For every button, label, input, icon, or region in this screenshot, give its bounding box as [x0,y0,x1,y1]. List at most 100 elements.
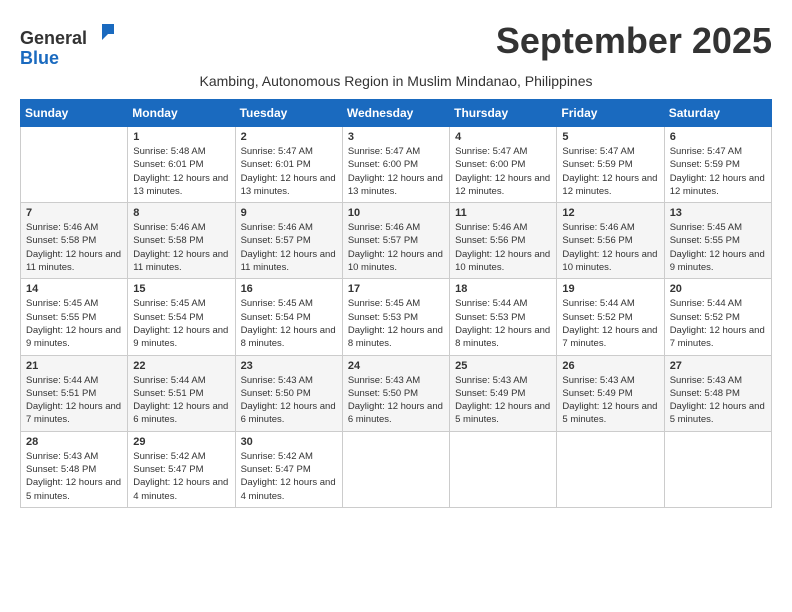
day-info: Sunrise: 5:42 AMSunset: 5:47 PMDaylight:… [133,450,229,503]
day-info: Sunrise: 5:43 AMSunset: 5:49 PMDaylight:… [455,374,551,427]
day-info: Sunrise: 5:47 AMSunset: 6:00 PMDaylight:… [348,145,444,198]
day-number: 5 [562,131,658,143]
day-number: 22 [133,360,229,372]
day-of-week-header: Friday [557,100,664,127]
calendar-day-cell [557,431,664,507]
logo: General Blue [20,20,118,69]
calendar-week-row: 28 Sunrise: 5:43 AMSunset: 5:48 PMDayligh… [21,431,772,507]
day-number: 2 [241,131,337,143]
day-number: 25 [455,360,551,372]
day-info: Sunrise: 5:43 AMSunset: 5:48 PMDaylight:… [26,450,122,503]
day-number: 8 [133,207,229,219]
day-of-week-header: Saturday [664,100,771,127]
calendar-day-cell: 19 Sunrise: 5:44 AMSunset: 5:52 PMDayligh… [557,279,664,355]
day-number: 7 [26,207,122,219]
day-info: Sunrise: 5:46 AMSunset: 5:56 PMDaylight:… [455,221,551,274]
day-of-week-header: Sunday [21,100,128,127]
day-number: 3 [348,131,444,143]
day-number: 29 [133,436,229,448]
day-number: 26 [562,360,658,372]
calendar-day-cell: 28 Sunrise: 5:43 AMSunset: 5:48 PMDayligh… [21,431,128,507]
day-info: Sunrise: 5:43 AMSunset: 5:49 PMDaylight:… [562,374,658,427]
day-number: 4 [455,131,551,143]
calendar-day-cell: 30Sunrise: 5:42 AMSunset: 5:47 PMDayligh… [235,431,342,507]
calendar-day-cell: 21 Sunrise: 5:44 AMSunset: 5:51 PMDayligh… [21,355,128,431]
day-info: Sunrise: 5:43 AMSunset: 5:50 PMDaylight:… [348,374,444,427]
calendar-week-row: 21 Sunrise: 5:44 AMSunset: 5:51 PMDayligh… [21,355,772,431]
page-header: General Blue September 2025 [20,20,772,69]
day-number: 21 [26,360,122,372]
day-number: 11 [455,207,551,219]
logo-general: General [20,28,87,48]
calendar-day-cell: 26 Sunrise: 5:43 AMSunset: 5:49 PMDayligh… [557,355,664,431]
calendar-day-cell: 18 Sunrise: 5:44 AMSunset: 5:53 PMDayligh… [450,279,557,355]
day-info: Sunrise: 5:45 AMSunset: 5:55 PMDaylight:… [670,221,766,274]
calendar-day-cell: 7 Sunrise: 5:46 AMSunset: 5:58 PMDaylight… [21,203,128,279]
day-info: Sunrise: 5:46 AMSunset: 5:58 PMDaylight:… [26,221,122,274]
day-info: Sunrise: 5:43 AMSunset: 5:50 PMDaylight:… [241,374,337,427]
day-of-week-header: Wednesday [342,100,449,127]
calendar-day-cell: 3 Sunrise: 5:47 AMSunset: 6:00 PMDaylight… [342,127,449,203]
day-info: Sunrise: 5:47 AMSunset: 6:00 PMDaylight:… [455,145,551,198]
day-info: Sunrise: 5:44 AMSunset: 5:51 PMDaylight:… [26,374,122,427]
day-number: 18 [455,283,551,295]
calendar-table: SundayMondayTuesdayWednesdayThursdayFrid… [20,99,772,508]
day-number: 14 [26,283,122,295]
calendar-week-row: 7 Sunrise: 5:46 AMSunset: 5:58 PMDaylight… [21,203,772,279]
day-number: 28 [26,436,122,448]
day-number: 27 [670,360,766,372]
day-info: Sunrise: 5:43 AMSunset: 5:48 PMDaylight:… [670,374,766,427]
calendar-day-cell: 6 Sunrise: 5:47 AMSunset: 5:59 PMDaylight… [664,127,771,203]
calendar-day-cell [664,431,771,507]
calendar-day-cell [450,431,557,507]
day-info: Sunrise: 5:46 AMSunset: 5:57 PMDaylight:… [241,221,337,274]
day-info: Sunrise: 5:46 AMSunset: 5:58 PMDaylight:… [133,221,229,274]
calendar-day-cell: 14Sunrise: 5:45 AMSunset: 5:55 PMDayligh… [21,279,128,355]
day-number: 23 [241,360,337,372]
calendar-day-cell: 12Sunrise: 5:46 AMSunset: 5:56 PMDayligh… [557,203,664,279]
day-number: 12 [562,207,658,219]
logo-text: General Blue [20,20,118,69]
calendar-day-cell: 16 Sunrise: 5:45 AMSunset: 5:54 PMDayligh… [235,279,342,355]
calendar-day-cell: 29 Sunrise: 5:42 AMSunset: 5:47 PMDayligh… [128,431,235,507]
day-number: 10 [348,207,444,219]
day-info: Sunrise: 5:47 AMSunset: 6:01 PMDaylight:… [241,145,337,198]
day-info: Sunrise: 5:44 AMSunset: 5:53 PMDaylight:… [455,297,551,350]
calendar-day-cell: 24 Sunrise: 5:43 AMSunset: 5:50 PMDayligh… [342,355,449,431]
day-number: 24 [348,360,444,372]
calendar-day-cell: 9 Sunrise: 5:46 AMSunset: 5:57 PMDaylight… [235,203,342,279]
calendar-day-cell: 15Sunrise: 5:45 AMSunset: 5:54 PMDayligh… [128,279,235,355]
calendar-day-cell: 5Sunrise: 5:47 AMSunset: 5:59 PMDaylight… [557,127,664,203]
calendar-day-cell [21,127,128,203]
day-info: Sunrise: 5:44 AMSunset: 5:52 PMDaylight:… [670,297,766,350]
day-info: Sunrise: 5:44 AMSunset: 5:52 PMDaylight:… [562,297,658,350]
day-info: Sunrise: 5:47 AMSunset: 5:59 PMDaylight:… [670,145,766,198]
day-of-week-header: Tuesday [235,100,342,127]
calendar-day-cell: 27 Sunrise: 5:43 AMSunset: 5:48 PMDayligh… [664,355,771,431]
day-info: Sunrise: 5:45 AMSunset: 5:54 PMDaylight:… [133,297,229,350]
calendar-day-cell: 20 Sunrise: 5:44 AMSunset: 5:52 PMDayligh… [664,279,771,355]
day-number: 1 [133,131,229,143]
day-info: Sunrise: 5:48 AMSunset: 6:01 PMDaylight:… [133,145,229,198]
day-number: 6 [670,131,766,143]
calendar-day-cell: 2 Sunrise: 5:47 AMSunset: 6:01 PMDaylight… [235,127,342,203]
calendar-day-cell: 22 Sunrise: 5:44 AMSunset: 5:51 PMDayligh… [128,355,235,431]
day-number: 20 [670,283,766,295]
calendar-day-cell: 11 Sunrise: 5:46 AMSunset: 5:56 PMDayligh… [450,203,557,279]
day-info: Sunrise: 5:45 AMSunset: 5:53 PMDaylight:… [348,297,444,350]
day-number: 16 [241,283,337,295]
calendar-day-cell: 4 Sunrise: 5:47 AMSunset: 6:00 PMDaylight… [450,127,557,203]
day-number: 30 [241,436,337,448]
calendar-day-cell [342,431,449,507]
day-number: 13 [670,207,766,219]
day-info: Sunrise: 5:45 AMSunset: 5:54 PMDaylight:… [241,297,337,350]
calendar-header-row: SundayMondayTuesdayWednesdayThursdayFrid… [21,100,772,127]
day-number: 19 [562,283,658,295]
calendar-week-row: 14Sunrise: 5:45 AMSunset: 5:55 PMDayligh… [21,279,772,355]
calendar-day-cell: 25 Sunrise: 5:43 AMSunset: 5:49 PMDayligh… [450,355,557,431]
day-number: 17 [348,283,444,295]
day-number: 9 [241,207,337,219]
day-of-week-header: Thursday [450,100,557,127]
calendar-day-cell: 13 Sunrise: 5:45 AMSunset: 5:55 PMDayligh… [664,203,771,279]
day-info: Sunrise: 5:44 AMSunset: 5:51 PMDaylight:… [133,374,229,427]
